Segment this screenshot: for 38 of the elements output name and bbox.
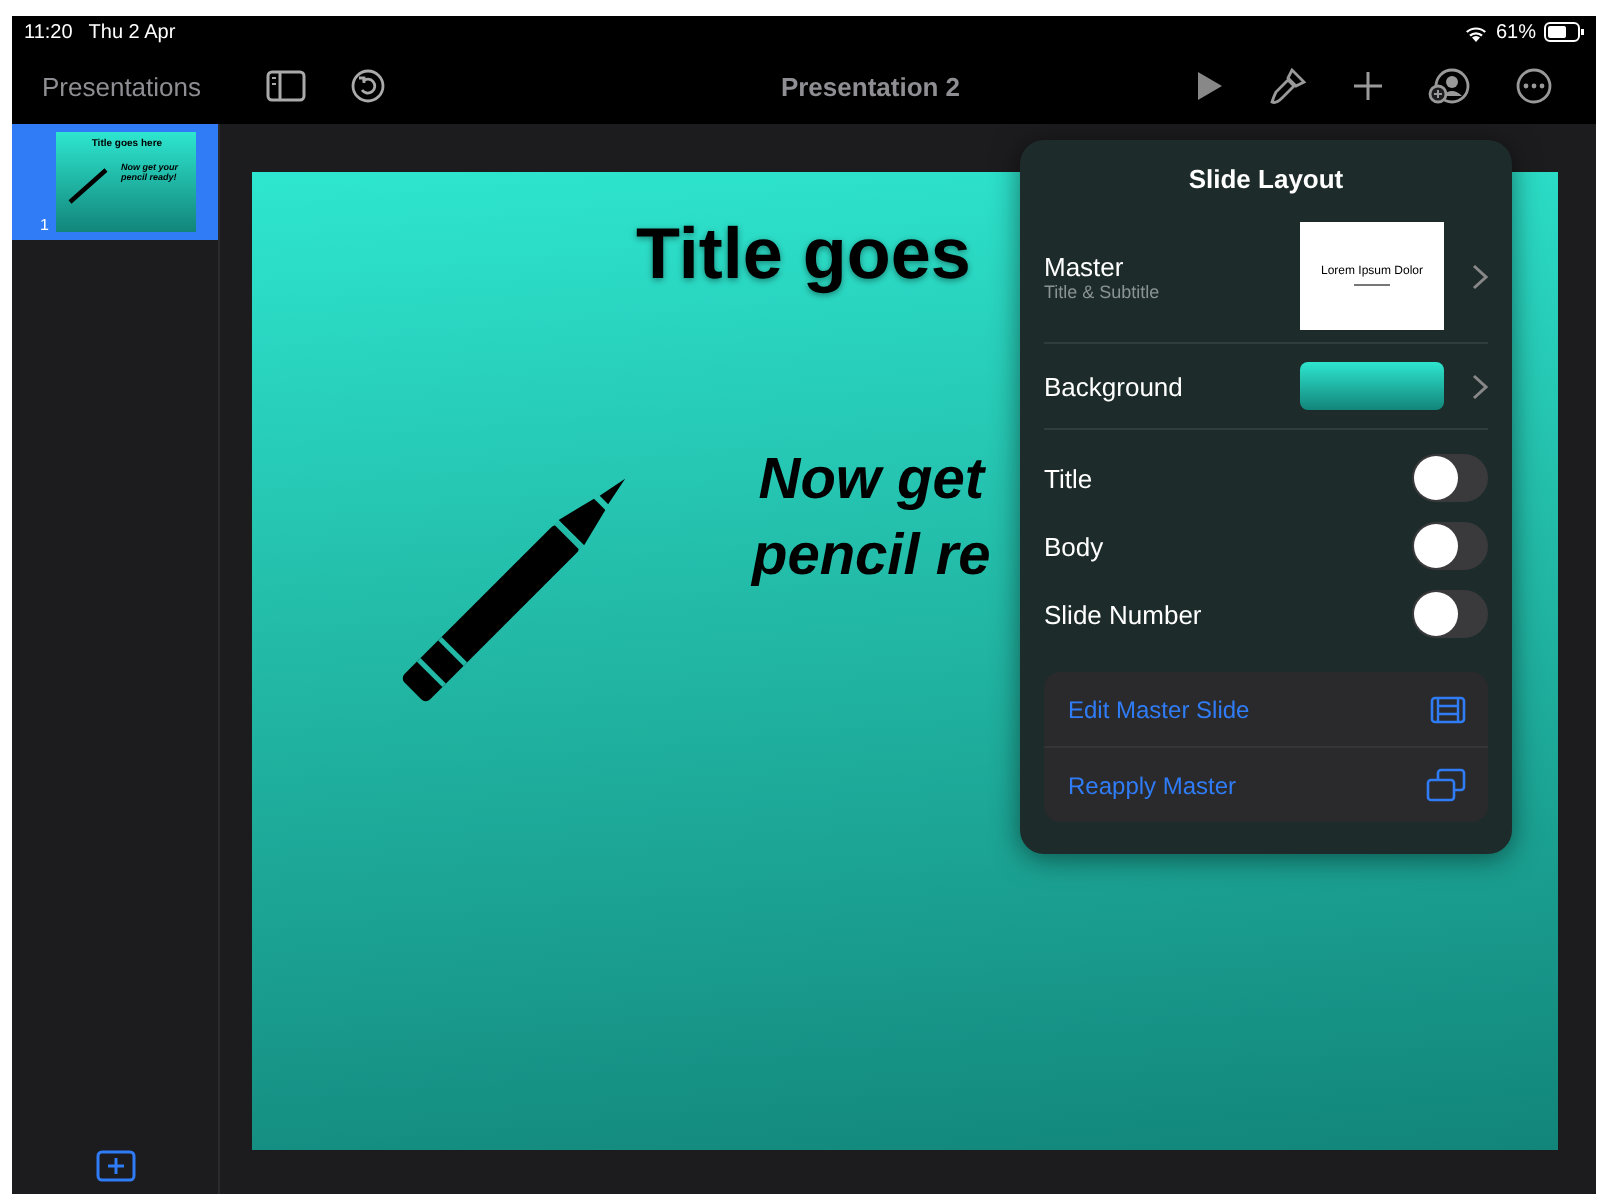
presentations-button[interactable]: Presentations [12, 71, 221, 101]
undo-icon[interactable] [349, 68, 385, 104]
background-row[interactable]: Background [1044, 344, 1488, 430]
sidebar-icon[interactable] [265, 70, 305, 102]
toggle-switch[interactable] [1412, 454, 1488, 502]
battery-icon [1544, 22, 1584, 42]
popover-title: Slide Layout [1186, 162, 1346, 198]
toggle-switch[interactable] [1412, 590, 1488, 638]
more-icon[interactable] [1516, 68, 1552, 104]
plus-icon[interactable] [1352, 70, 1384, 102]
slide-body-line: Now get [758, 446, 985, 516]
background-label: Background [1044, 371, 1185, 401]
play-icon[interactable] [1196, 70, 1224, 102]
action-button[interactable]: Edit Master Slide [1044, 672, 1488, 748]
battery-percent: 61% [1495, 21, 1536, 43]
filmstrip-icon [1430, 695, 1466, 723]
toggle-label: Slide Number [1044, 599, 1204, 629]
add-slide-icon[interactable] [95, 1150, 135, 1182]
status-date: Thu 2 Apr [88, 21, 176, 43]
pencil-icon [68, 164, 109, 204]
toggle-label: Title [1044, 463, 1095, 493]
action-button[interactable]: Reapply Master [1044, 748, 1488, 822]
stacked-windows-icon [1426, 768, 1466, 802]
master-label: Master [1044, 251, 1126, 281]
status-time: 11:20 [24, 21, 73, 43]
document-title: Presentation 2 [778, 71, 963, 101]
toggle-switch[interactable] [1412, 522, 1488, 570]
slide-number: 1 [40, 216, 49, 234]
chevron-icon [1472, 263, 1488, 289]
slide-body-line: pencil re [752, 522, 991, 592]
wifi-icon [1463, 23, 1488, 41]
collaborate-icon[interactable] [1428, 66, 1472, 106]
master-name: Title & Subtitle [1044, 281, 1162, 301]
slide-title: Title goes [636, 212, 971, 296]
toggle-label: Body [1044, 531, 1106, 561]
chevron-icon [1472, 373, 1488, 399]
background-swatch [1300, 362, 1444, 410]
paintbrush-icon[interactable] [1268, 66, 1308, 106]
